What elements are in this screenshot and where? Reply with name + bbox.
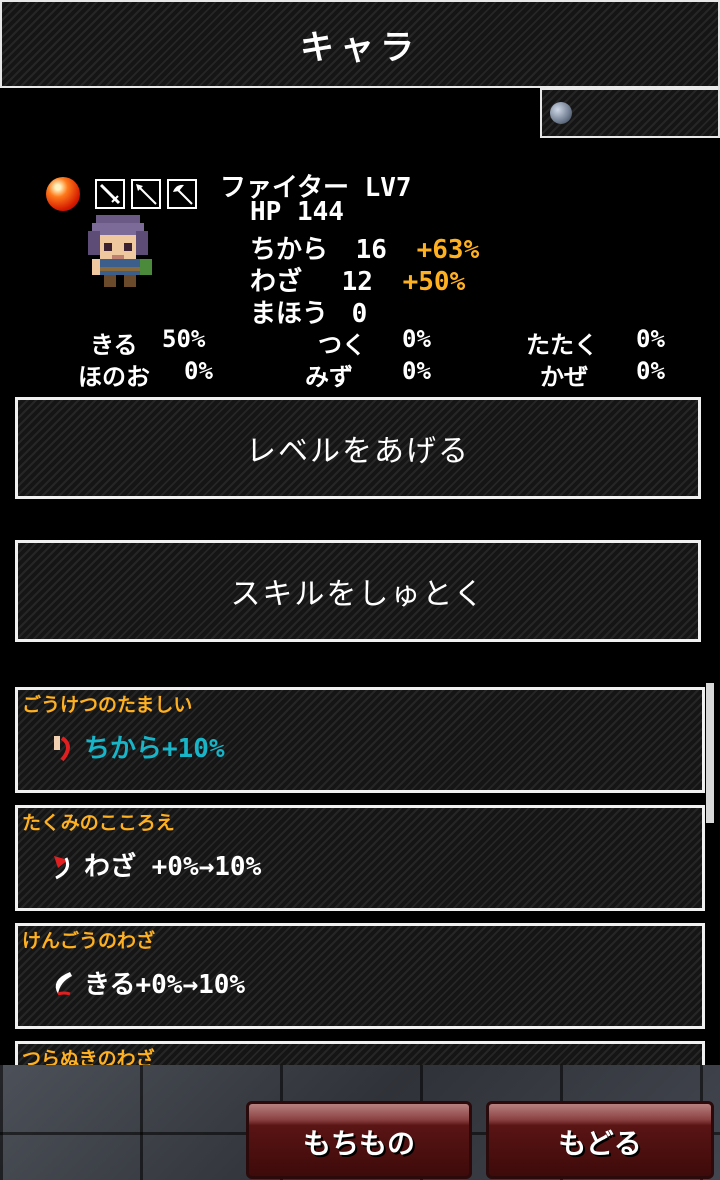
skill-name: けんごうのわざ bbox=[22, 930, 156, 952]
resist-value-water: 0% bbox=[402, 357, 431, 385]
learn-skill-button[interactable]: スキルをしゅとく bbox=[15, 540, 701, 642]
resist-label-wind: かぜ bbox=[540, 363, 588, 391]
currency-display bbox=[540, 88, 720, 138]
page-title: キャラ bbox=[300, 27, 420, 68]
stat-bonus: +50% bbox=[402, 267, 466, 297]
skill-card[interactable]: ごうけつのたましい ちから+10% bbox=[15, 687, 705, 793]
items-button-label: もちもの bbox=[302, 1127, 415, 1160]
resist-label-pierce: つく bbox=[318, 331, 366, 359]
skill-list[interactable]: ごうけつのたましい ちから+10% たくみのこころえ わざ +0%→10% けん… bbox=[15, 687, 705, 1067]
resist-value-blunt: 0% bbox=[636, 325, 665, 353]
skill-name: ごうけつのたましい bbox=[22, 694, 193, 716]
strength-icon bbox=[48, 732, 76, 762]
skill-list-scrollbar[interactable] bbox=[706, 683, 714, 823]
hp-line: HP 144 bbox=[250, 197, 344, 227]
skill-effect-text: きる+0%→10% bbox=[84, 970, 246, 1000]
skill-effect-text: わざ +0%→10% bbox=[84, 852, 262, 882]
skill-name: たくみのこころえ bbox=[22, 812, 175, 834]
resist-value-wind: 0% bbox=[636, 357, 665, 385]
title-bar: キャラ bbox=[0, 0, 720, 88]
resist-label-blunt: たたく bbox=[526, 331, 598, 359]
resist-label-slash: きる bbox=[90, 331, 138, 359]
technique-icon bbox=[48, 850, 76, 880]
skill-effect-text: ちから+10% bbox=[84, 734, 225, 764]
resist-label-water: みず bbox=[305, 363, 353, 391]
resist-label-fire: ほのお bbox=[78, 363, 150, 391]
character-portrait bbox=[88, 215, 152, 287]
sword-icon bbox=[95, 179, 125, 209]
skill-card[interactable]: けんごうのわざ きる+0%→10% bbox=[15, 923, 705, 1029]
skill-name: つらぬきのわざ bbox=[22, 1048, 155, 1067]
level-up-button[interactable]: レベルをあげる bbox=[15, 397, 701, 499]
skill-card[interactable]: つらぬきのわざ bbox=[15, 1041, 705, 1067]
fire-orb-icon bbox=[46, 177, 80, 211]
resist-value-slash: 50% bbox=[162, 325, 206, 353]
skill-effect: きる+0%→10% bbox=[48, 964, 245, 1001]
spear-icon bbox=[131, 179, 161, 209]
items-button[interactable]: もちもの bbox=[246, 1101, 472, 1179]
level-up-label: レベルをあげる bbox=[246, 434, 470, 469]
skill-effect: ちから+10% bbox=[48, 728, 225, 765]
resist-value-pierce: 0% bbox=[402, 325, 431, 353]
back-button-label: もどる bbox=[558, 1127, 642, 1160]
gem-icon bbox=[550, 102, 572, 124]
back-button[interactable]: もどる bbox=[486, 1101, 714, 1179]
resist-value-fire: 0% bbox=[184, 357, 213, 385]
learn-skill-label: スキルをしゅとく bbox=[230, 577, 486, 612]
character-panel: ファイター LV7 HP 144 ちから 16 +63% わざ 12 +50% … bbox=[0, 165, 720, 395]
hp-value: HP 144 bbox=[250, 197, 344, 227]
skill-effect: わざ +0%→10% bbox=[48, 846, 261, 883]
skill-card[interactable]: たくみのこころえ わざ +0%→10% bbox=[15, 805, 705, 911]
slash-icon bbox=[48, 968, 76, 998]
axe-icon bbox=[167, 179, 197, 209]
